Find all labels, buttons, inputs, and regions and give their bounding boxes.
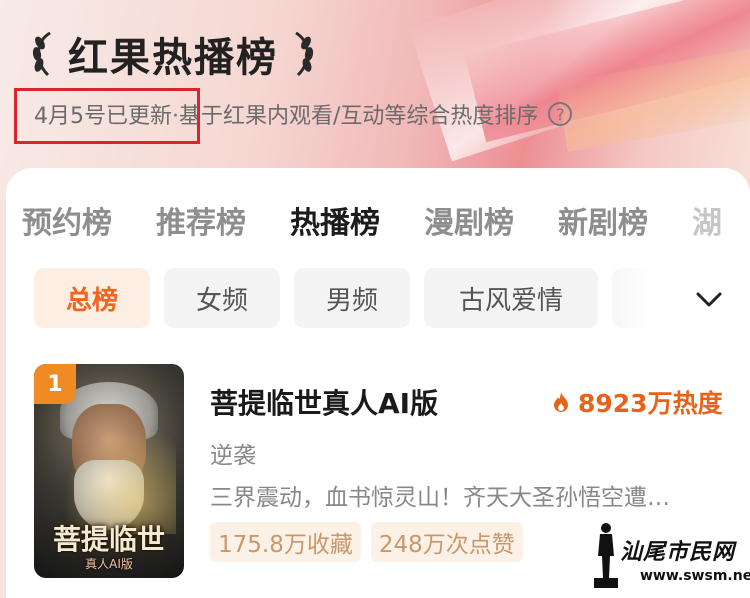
chip-male[interactable]: 男频 [294, 268, 410, 328]
watermark-text: 汕尾市民网 [620, 539, 736, 565]
drama-stats: 175.8万收藏 248万次点赞 [210, 522, 523, 562]
drama-cover[interactable]: 菩提临世 真人AI版 1 [34, 364, 184, 578]
chevron-down-icon[interactable] [694, 284, 724, 314]
site-watermark: 汕尾市民网 www.swsm.net [590, 520, 750, 592]
flame-icon [554, 392, 568, 412]
ranking-tabs: 预约榜 推荐榜 热播榜 漫剧榜 新剧榜 湖 [22, 198, 722, 242]
drama-description: 三界震动，血书惊灵山！齐天大圣孙悟空遭… [210, 485, 670, 511]
drama-genre: 逆袭 [210, 443, 256, 469]
tab-partial[interactable]: 湖 [692, 198, 722, 242]
tab-rebo[interactable]: 热播榜 [290, 198, 380, 242]
update-date-highlight [14, 88, 200, 144]
chip-all[interactable]: 总榜 [34, 268, 150, 328]
tab-manju[interactable]: 漫剧榜 [424, 198, 514, 242]
sort-note: ·基于红果内观看/互动等综合热度排序 [172, 104, 539, 129]
tab-tuijian[interactable]: 推荐榜 [156, 198, 246, 242]
page-title-row: 红果热播榜 [28, 26, 318, 82]
cover-title: 菩提临世 [52, 523, 165, 556]
tab-xinju[interactable]: 新剧榜 [558, 198, 648, 242]
drama-title[interactable]: 菩提临世真人AI版 [210, 382, 438, 422]
chip-female[interactable]: 女频 [164, 268, 280, 328]
laurel-left-icon [32, 31, 51, 77]
chip-ancient-romance[interactable]: 古风爱情 [424, 268, 598, 328]
tab-yuyue[interactable]: 预约榜 [22, 198, 112, 242]
help-icon[interactable]: ? [548, 102, 573, 126]
statue-icon [594, 523, 618, 588]
rank-badge: 1 [34, 364, 76, 404]
chips-fade [600, 262, 750, 334]
likes-badge: 248万次点赞 [370, 522, 523, 562]
cover-subtitle: 真人AI版 [85, 557, 133, 571]
favorites-badge: 175.8万收藏 [210, 522, 361, 562]
heat-value: 8923万热度 [578, 389, 723, 418]
heat-score: 8923万热度 [552, 384, 723, 420]
laurel-right-icon [295, 31, 314, 77]
watermark-url: www.swsm.net [640, 568, 750, 584]
page-title: 红果热播榜 [68, 35, 278, 81]
